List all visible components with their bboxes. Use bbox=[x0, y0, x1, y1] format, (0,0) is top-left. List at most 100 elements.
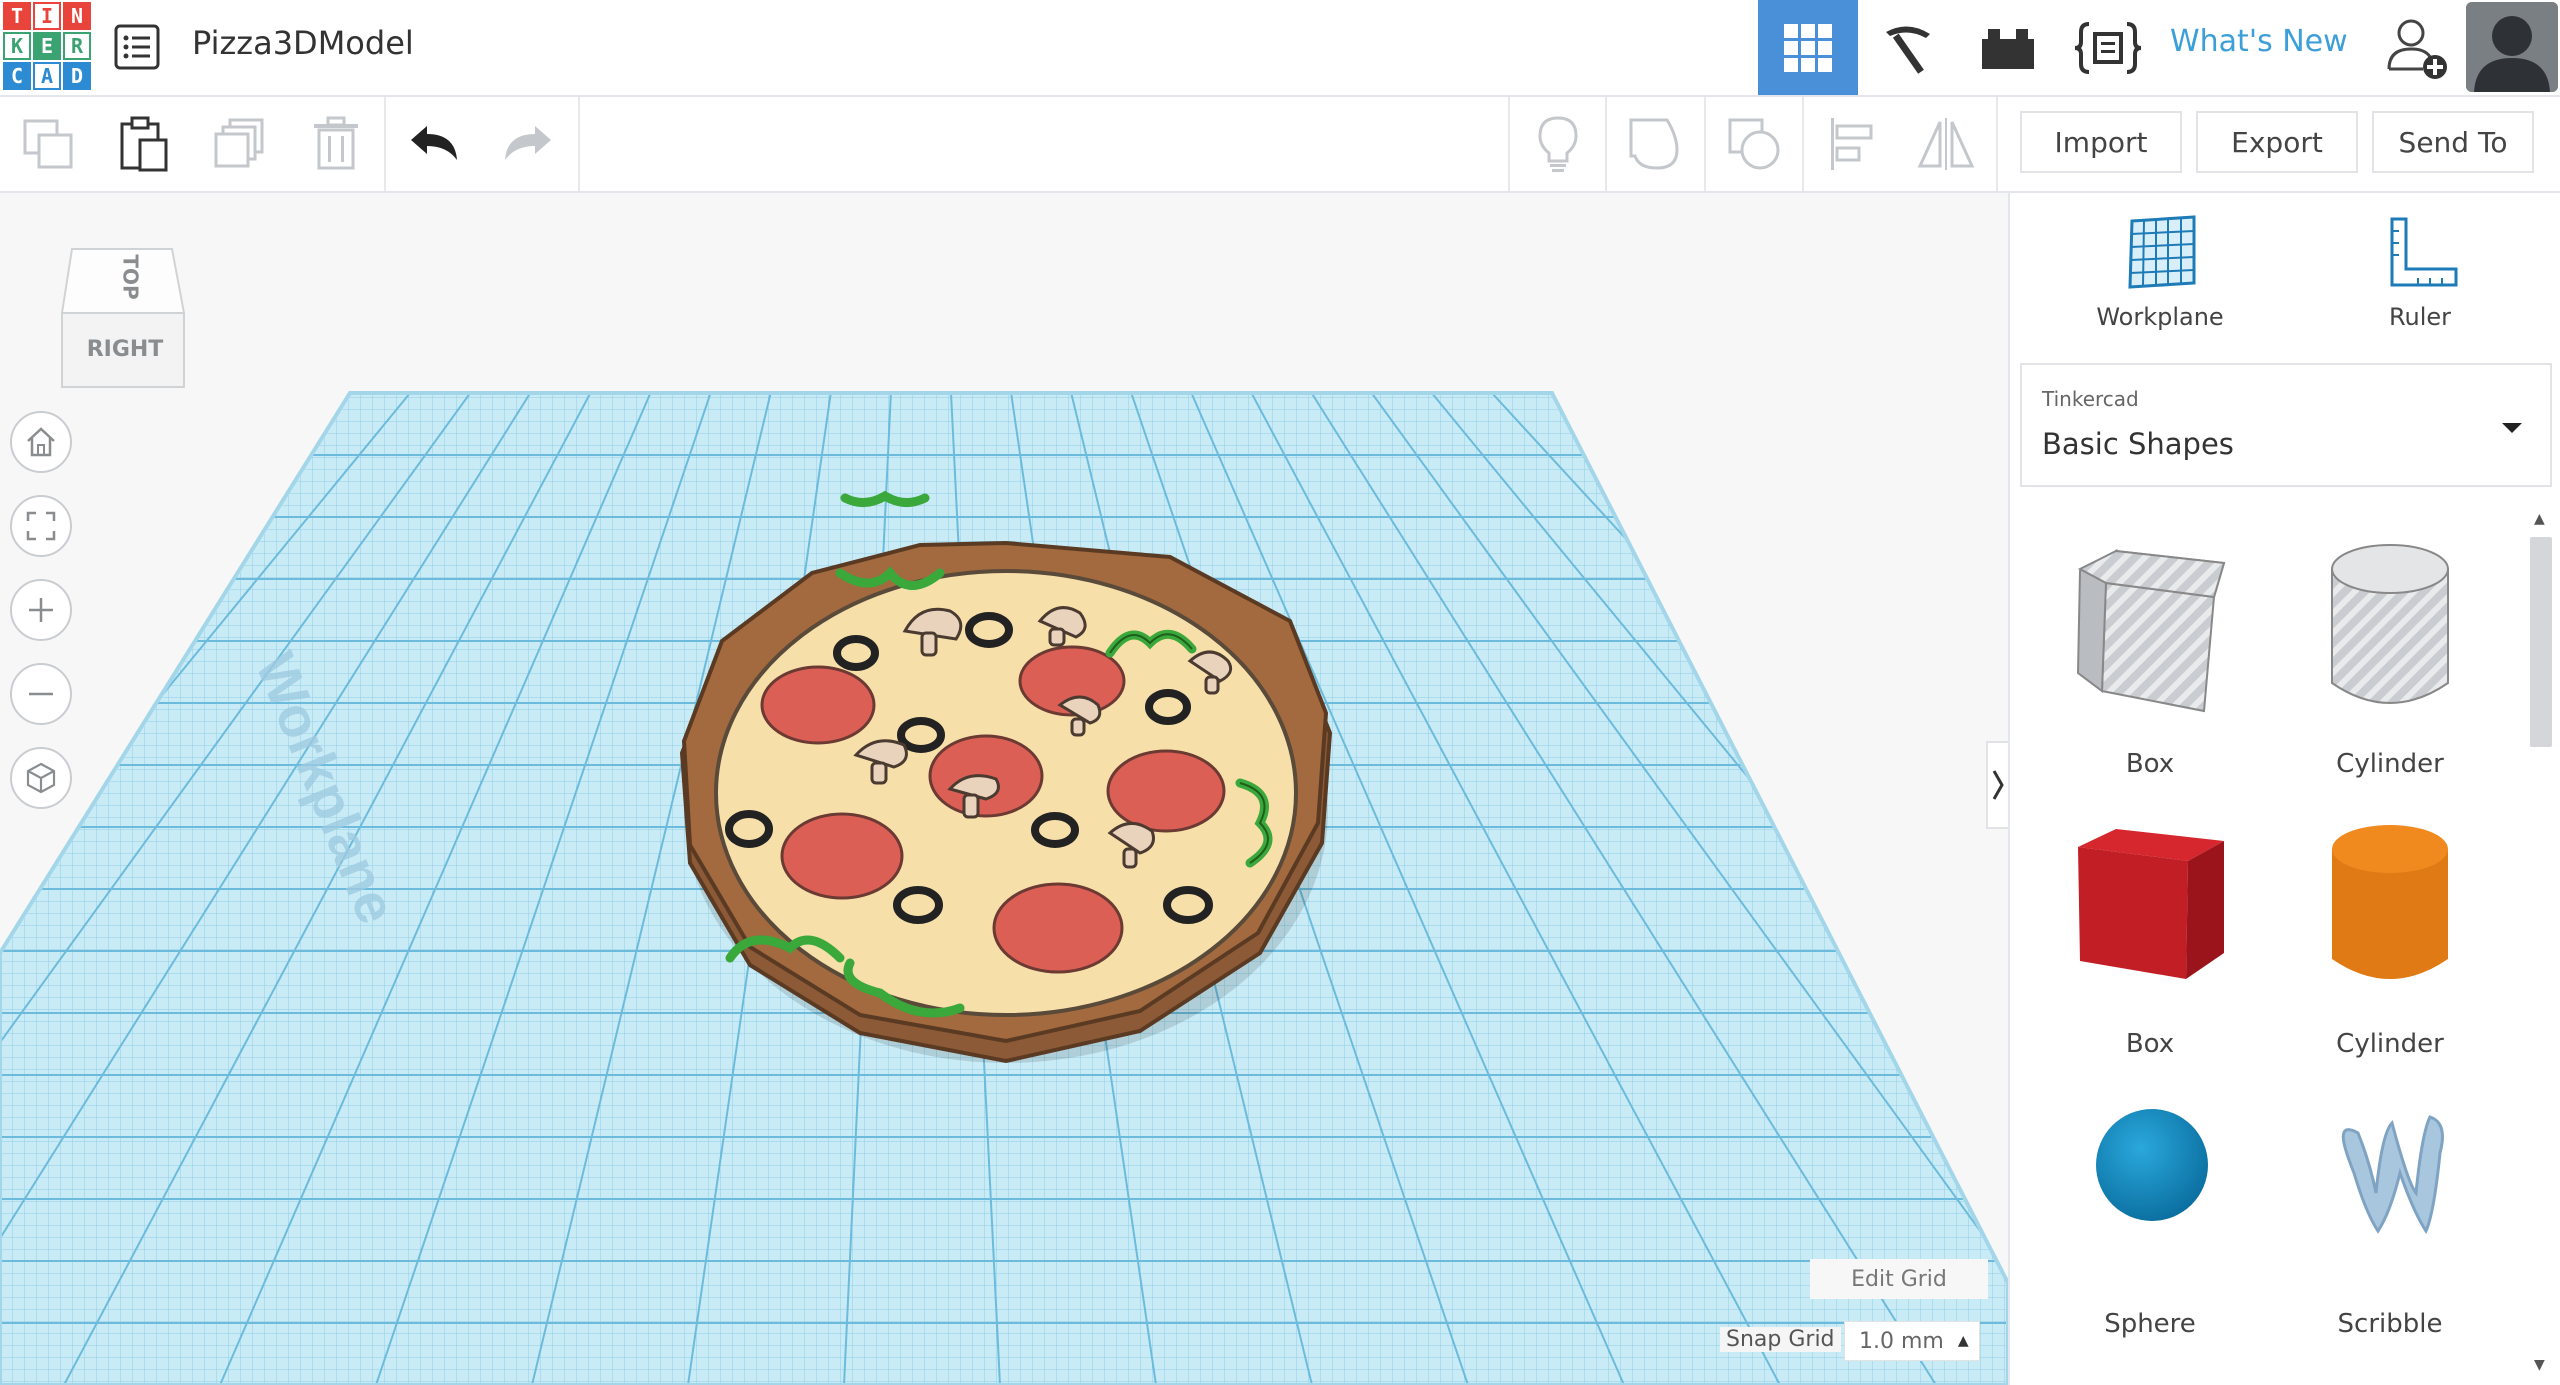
shapes-scrollbar[interactable]: ▲ ▼ bbox=[2526, 511, 2554, 1379]
add-user-icon bbox=[2387, 19, 2447, 79]
cylinder-solid-icon bbox=[2332, 825, 2448, 979]
scribble-icon bbox=[2341, 1115, 2444, 1235]
library-provider: Tinkercad bbox=[2042, 387, 2139, 411]
undo-icon bbox=[410, 126, 457, 160]
copy-button[interactable] bbox=[0, 97, 95, 191]
invite-user-button[interactable] bbox=[2368, 0, 2468, 95]
caret-up-icon: ▲ bbox=[1957, 1333, 1969, 1349]
whats-new-link[interactable]: What's New bbox=[2170, 24, 2348, 59]
logo-letter: N bbox=[63, 2, 91, 30]
fit-view-button[interactable] bbox=[10, 495, 72, 557]
tinkercad-logo[interactable]: T I N K E R C A D bbox=[0, 0, 95, 94]
library-name: Basic Shapes bbox=[2042, 427, 2234, 461]
cube-perspective-icon bbox=[26, 762, 56, 794]
logo-letter: R bbox=[63, 32, 91, 60]
box-solid-icon bbox=[2078, 829, 2224, 979]
scroll-down-icon[interactable]: ▼ bbox=[2534, 1357, 2545, 1373]
design-list-icon[interactable] bbox=[112, 22, 162, 72]
shape-label: Box bbox=[2125, 1029, 2175, 1059]
ungroup-button[interactable] bbox=[1706, 97, 1801, 191]
logo-letter: T bbox=[3, 2, 31, 30]
grid-icon bbox=[1784, 23, 1832, 72]
blocks-minecraft-button[interactable] bbox=[1858, 0, 1958, 95]
mirror-button[interactable] bbox=[1898, 97, 1993, 191]
minus-icon bbox=[29, 692, 53, 696]
logo-letter: I bbox=[33, 2, 61, 30]
shape-label: Scribble bbox=[2337, 1309, 2443, 1339]
ungroup-icon bbox=[1728, 118, 1779, 170]
plus-icon bbox=[29, 598, 53, 622]
edit-toolbar: Import Export Send To bbox=[0, 97, 2560, 193]
shape-tile-scribble[interactable]: Scribble bbox=[2290, 1083, 2490, 1343]
toolbar-divider bbox=[578, 97, 580, 191]
workplane-icon bbox=[2128, 215, 2196, 289]
edit-grid-button[interactable]: Edit Grid bbox=[1810, 1259, 1988, 1299]
ruler-tool[interactable]: Ruler bbox=[2330, 215, 2510, 345]
shape-tile-sphere[interactable]: Sphere bbox=[2050, 1083, 2250, 1343]
logo-letter: D bbox=[63, 62, 91, 90]
snap-grid-select[interactable]: 1.0 mm ▲ bbox=[1844, 1321, 1980, 1361]
shape-library-dropdown[interactable]: Tinkercad Basic Shapes bbox=[2020, 363, 2552, 487]
logo-letter: A bbox=[33, 62, 61, 90]
shape-label: Cylinder bbox=[2336, 1029, 2444, 1059]
align-button[interactable] bbox=[1804, 97, 1899, 191]
send-to-button[interactable]: Send To bbox=[2372, 111, 2534, 173]
3d-design-view-button[interactable] bbox=[1758, 0, 1858, 95]
redo-icon bbox=[504, 126, 551, 160]
caret-down-icon bbox=[2502, 423, 2522, 433]
paste-button[interactable] bbox=[95, 97, 190, 191]
3d-viewport[interactable]: Workplane TOP RIGHT Edit Grid Snap Grid … bbox=[0, 193, 2008, 1385]
shape-label: Sphere bbox=[2104, 1309, 2196, 1339]
shape-label: Box bbox=[2125, 749, 2175, 779]
scroll-up-icon[interactable]: ▲ bbox=[2534, 511, 2545, 527]
snap-grid-value: 1.0 mm bbox=[1859, 1328, 1944, 1354]
redo-button[interactable] bbox=[480, 97, 575, 191]
mirror-icon bbox=[1917, 118, 1974, 170]
shape-tile-cylinder[interactable]: Cylinder bbox=[2290, 803, 2490, 1063]
view-cube[interactable]: TOP RIGHT bbox=[58, 243, 192, 393]
zoom-out-button[interactable] bbox=[10, 663, 72, 725]
user-avatar[interactable] bbox=[2466, 2, 2558, 92]
trash-icon bbox=[313, 116, 358, 170]
duplicate-icon bbox=[214, 118, 263, 168]
shape-tile-box-hole[interactable]: Box bbox=[2050, 523, 2250, 783]
lightbulb-icon bbox=[1537, 116, 1578, 172]
shapes-grid: Box Cylinder Box Cylinder Sphere Scribbl… bbox=[2010, 513, 2520, 1383]
workplane-canvas[interactable]: Workplane bbox=[0, 193, 2008, 1385]
shape-tile-cylinder-hole[interactable]: Cylinder bbox=[2290, 523, 2490, 783]
workplane-tool[interactable]: Workplane bbox=[2070, 215, 2250, 345]
zoom-in-button[interactable] bbox=[10, 579, 72, 641]
notes-button[interactable] bbox=[1510, 97, 1605, 191]
bricks-button[interactable] bbox=[1958, 0, 2058, 95]
ruler-tool-label: Ruler bbox=[2388, 303, 2452, 331]
group-button[interactable] bbox=[1607, 97, 1702, 191]
shape-tile-box[interactable]: Box bbox=[2050, 803, 2250, 1063]
logo-letter: K bbox=[3, 32, 31, 60]
fit-all-icon bbox=[26, 511, 56, 541]
delete-button[interactable] bbox=[288, 97, 383, 191]
codeblocks-button[interactable] bbox=[2058, 0, 2158, 95]
view-cube-right-label: RIGHT bbox=[86, 337, 164, 362]
view-cube-top-label: TOP bbox=[118, 254, 143, 300]
home-view-button[interactable] bbox=[10, 411, 72, 473]
snap-grid-label: Snap Grid bbox=[1720, 1327, 1841, 1352]
perspective-toggle-button[interactable] bbox=[10, 747, 72, 809]
align-icon bbox=[1830, 118, 1872, 170]
workplane-tool-label: Workplane bbox=[2096, 303, 2224, 331]
collapse-panel-button[interactable] bbox=[1986, 741, 2008, 829]
project-title[interactable]: Pizza3DModel bbox=[192, 24, 414, 62]
cylinder-hole-icon bbox=[2331, 544, 2449, 704]
shape-label: Cylinder bbox=[2336, 749, 2444, 779]
clipboard-icon bbox=[120, 116, 167, 172]
scrollbar-thumb[interactable] bbox=[2530, 537, 2552, 747]
duplicate-button[interactable] bbox=[192, 97, 287, 191]
home-icon bbox=[27, 427, 55, 457]
export-button[interactable]: Export bbox=[2196, 111, 2358, 173]
sphere-icon bbox=[2096, 1109, 2208, 1221]
code-braces-icon bbox=[2074, 21, 2142, 74]
shapes-panel: Workplane Ruler Tinkercad Basic Shapes ▲… bbox=[2008, 193, 2560, 1385]
undo-button[interactable] bbox=[386, 97, 481, 191]
import-button[interactable]: Import bbox=[2020, 111, 2182, 173]
ruler-icon bbox=[2390, 217, 2458, 287]
toolbar-divider bbox=[1996, 97, 1998, 191]
